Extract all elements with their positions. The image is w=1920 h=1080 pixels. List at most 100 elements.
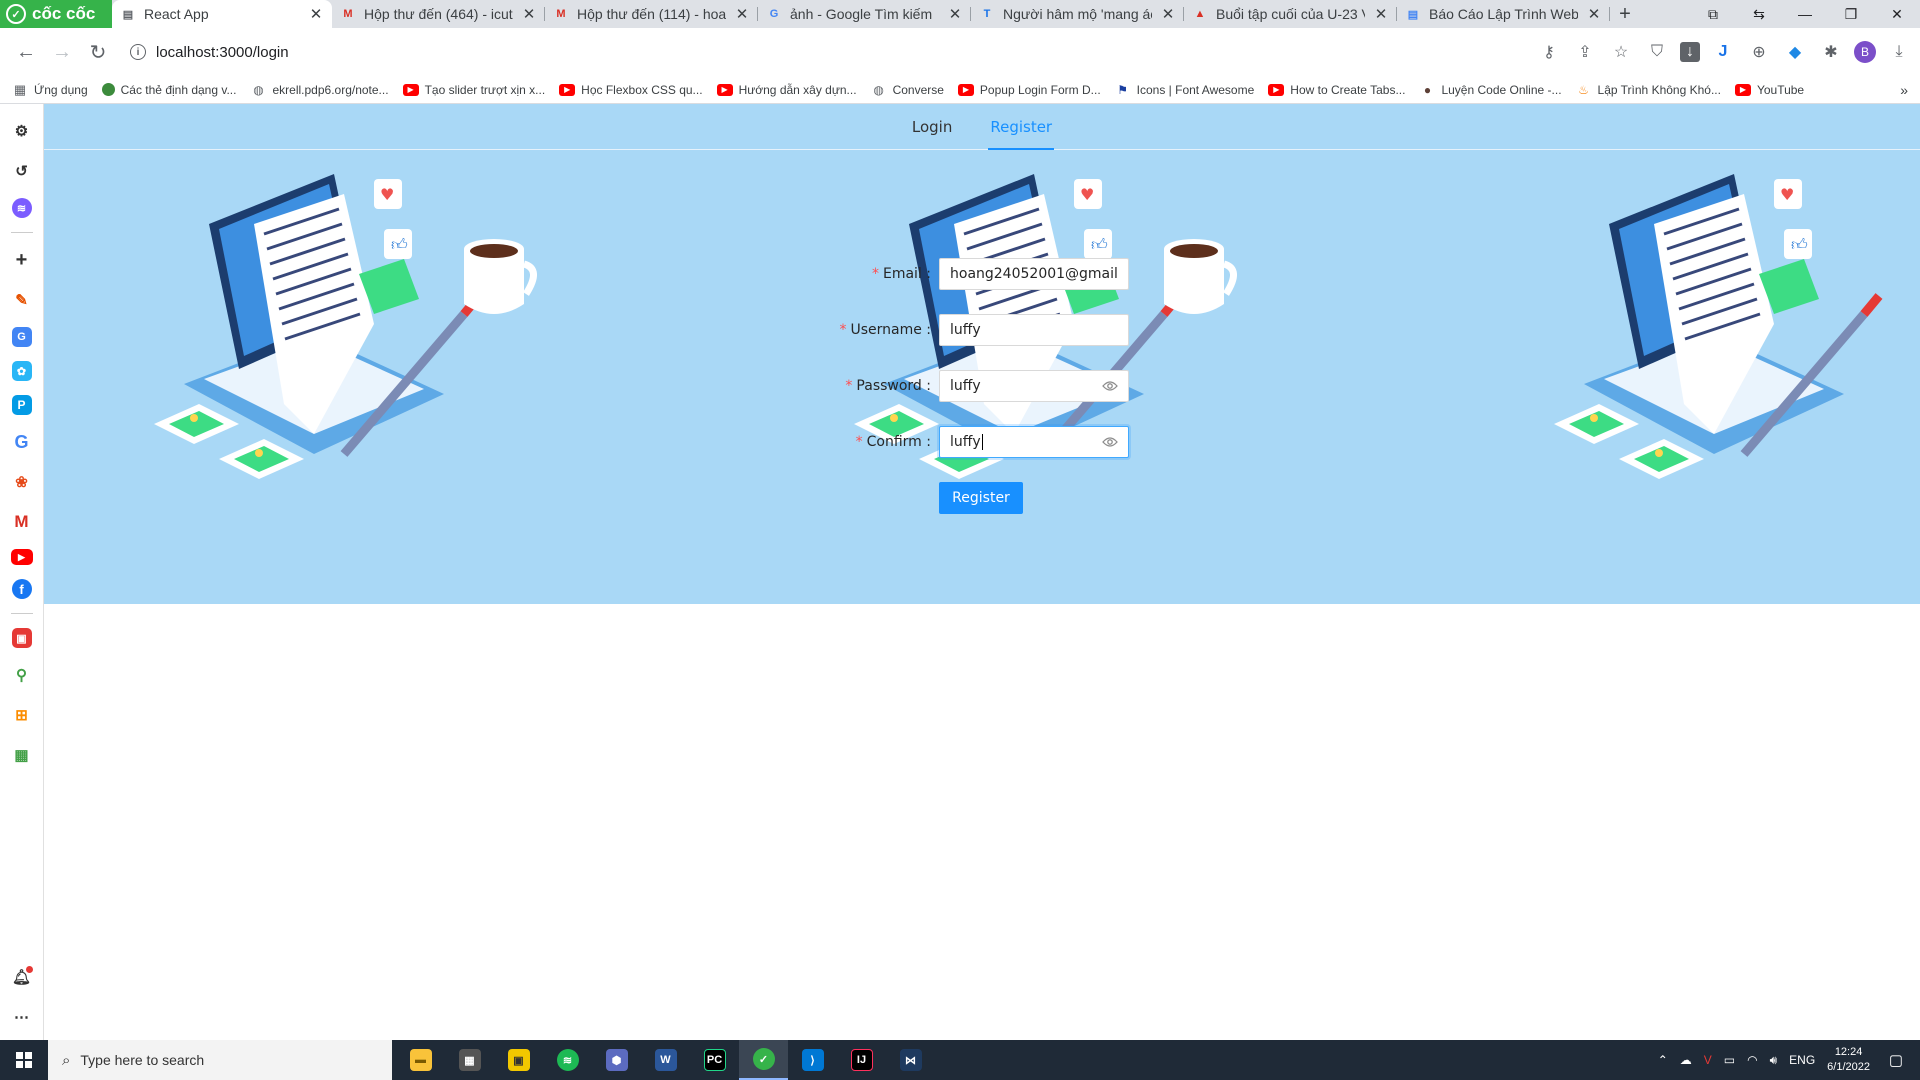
youtube-icon[interactable]: ▶ <box>10 549 33 565</box>
close-icon[interactable]: ✕ <box>521 5 537 23</box>
star-icon[interactable]: ☆ <box>1608 39 1634 65</box>
bookmark-item[interactable]: ▶ Popup Login Form D... <box>957 83 1101 97</box>
antivirus-icon[interactable]: V <box>1704 1053 1712 1067</box>
info-icon[interactable]: i <box>130 44 146 60</box>
tab-google-search[interactable]: G ảnh - Google Tìm kiếm ✕ <box>758 0 971 28</box>
facebook-icon[interactable]: f <box>11 579 32 599</box>
register-button[interactable]: Register <box>939 482 1023 514</box>
chevron-up-icon[interactable]: ⌃ <box>1658 1053 1668 1067</box>
wifi-icon[interactable]: ◠ <box>1747 1053 1757 1067</box>
tab-react-app[interactable]: ▤ React App ✕ <box>112 0 332 28</box>
profile-avatar-icon[interactable]: B <box>1854 41 1876 63</box>
cashback-app-icon[interactable]: ⚲ <box>9 662 35 688</box>
water-drop-icon[interactable]: ◆ <box>1782 39 1808 65</box>
puzzle-icon[interactable]: ✱ <box>1818 39 1844 65</box>
new-tab-button[interactable]: + <box>1610 0 1640 28</box>
bookmark-item[interactable]: Các thẻ định dạng v... <box>101 83 236 97</box>
tab-gmail-1[interactable]: M Hộp thư đến (464) - icut ✕ <box>332 0 545 28</box>
tab-login[interactable]: Login <box>910 104 954 149</box>
browser-brand[interactable]: ✓ cốc cốc <box>0 0 112 28</box>
bookmark-item[interactable]: ♨ Lập Trình Không Khó... <box>1576 83 1721 97</box>
forward-arrow-icon[interactable]: → <box>44 34 80 70</box>
bookmark-item[interactable]: ⚑ Icons | Font Awesome <box>1115 83 1254 97</box>
url-text[interactable]: localhost:3000/login <box>156 44 289 61</box>
gmail-icon[interactable]: M <box>9 509 35 535</box>
more-dots-icon[interactable]: ⋯ <box>9 1004 35 1030</box>
p-app-icon[interactable]: P <box>11 395 32 415</box>
bell-icon[interactable]: 🔔︎ <box>9 964 35 990</box>
address-bar[interactable]: i localhost:3000/login <box>120 36 1450 68</box>
notification-center-icon[interactable]: ▢ <box>1882 1046 1910 1074</box>
extension-j-icon[interactable]: J <box>1710 39 1736 65</box>
network-app-icon[interactable]: ⋈ <box>886 1040 935 1080</box>
dictionary-app-icon[interactable]: ❀ <box>9 469 35 495</box>
volume-icon[interactable]: 🔊︎ <box>1770 1053 1778 1068</box>
reload-icon[interactable]: ↻ <box>80 34 116 70</box>
cart-app-icon[interactable]: ⊞ <box>9 702 35 728</box>
bookmark-item[interactable]: ● Luyện Code Online -... <box>1419 83 1562 97</box>
shop-app-icon[interactable]: ▣ <box>11 628 32 648</box>
chevron-right-icon[interactable]: » <box>1900 82 1920 98</box>
google-icon[interactable]: G <box>9 429 35 455</box>
messenger-icon[interactable]: ≋ <box>11 198 32 218</box>
bookmark-item[interactable]: ▶ Học Flexbox CSS qu... <box>559 83 703 97</box>
taskbar-search[interactable]: ⌕ Type here to search <box>48 1040 392 1080</box>
word-icon[interactable]: W <box>641 1040 690 1080</box>
file-explorer-icon[interactable]: ▬ <box>396 1040 445 1080</box>
vscode-icon[interactable]: ⟩ <box>788 1040 837 1080</box>
sticky-notes-icon[interactable]: ▣ <box>494 1040 543 1080</box>
password-field[interactable]: luffy <box>939 370 1129 402</box>
photos-app-icon[interactable]: ✿ <box>11 361 32 381</box>
spotify-icon[interactable]: ≋ <box>543 1040 592 1080</box>
add-icon[interactable]: + <box>9 247 35 273</box>
eye-icon[interactable] <box>1102 436 1118 448</box>
bookmark-item[interactable]: ◍ Converse <box>871 83 944 97</box>
confirm-password-field[interactable]: luffy <box>939 426 1129 458</box>
share-icon[interactable]: ⇪ <box>1572 39 1598 65</box>
language-indicator[interactable]: ENG <box>1789 1053 1815 1067</box>
bookmark-item[interactable]: ◍ ekrell.pdp6.org/note... <box>250 83 388 97</box>
3d-app-icon[interactable]: ⬢ <box>592 1040 641 1080</box>
bookmark-item[interactable]: ▶ Tạo slider trượt xịn x... <box>402 83 545 97</box>
bookmark-apps[interactable]: ▦ Ứng dụng <box>12 82 88 97</box>
coccoc-browser-icon[interactable]: ✓ <box>739 1040 788 1080</box>
clock[interactable]: 12:24 6/1/2022 <box>1827 1045 1870 1075</box>
close-window-button[interactable]: ✕ <box>1874 0 1920 28</box>
back-arrow-icon[interactable]: ← <box>8 34 44 70</box>
pen-app-icon[interactable]: ✎ <box>9 287 35 313</box>
tab-search-icon[interactable]: ⧉ <box>1690 0 1736 28</box>
download-extension-icon[interactable]: ↓ <box>1680 42 1700 62</box>
close-icon[interactable]: ✕ <box>308 5 324 23</box>
key-icon[interactable]: ⚷ <box>1536 39 1562 65</box>
email-field[interactable]: hoang24052001@gmail.co <box>939 258 1129 290</box>
translate-icon[interactable]: ⊕ <box>1746 39 1772 65</box>
shield-icon[interactable]: ⛉ <box>1644 39 1670 65</box>
battery-icon[interactable]: ▭ <box>1724 1053 1735 1067</box>
download-icon[interactable]: ⤓ <box>1886 39 1912 65</box>
restore-button[interactable]: ❐ <box>1828 0 1874 28</box>
sync-icon[interactable]: ⇆ <box>1736 0 1782 28</box>
close-icon[interactable]: ✕ <box>947 5 963 23</box>
tab-register[interactable]: Register <box>988 104 1054 150</box>
username-field[interactable]: luffy <box>939 314 1129 346</box>
settings-gear-icon[interactable]: ⚙ <box>9 118 35 144</box>
close-icon[interactable]: ✕ <box>1160 5 1176 23</box>
bookmark-item[interactable]: ▶ YouTube <box>1734 83 1804 97</box>
onedrive-icon[interactable]: ☁ <box>1680 1053 1692 1067</box>
tab-pdf[interactable]: ▲ Buổi tập cuối của U-23 V ✕ <box>1184 0 1397 28</box>
bookmark-item[interactable]: ▶ Hướng dẫn xây dựn... <box>716 83 857 97</box>
calculator-icon[interactable]: ▦ <box>445 1040 494 1080</box>
minimize-button[interactable]: — <box>1782 0 1828 28</box>
tab-gmail-2[interactable]: M Hộp thư đến (114) - hoa ✕ <box>545 0 758 28</box>
translate-app-icon[interactable]: G <box>11 327 32 347</box>
spreadsheet-app-icon[interactable]: ▦ <box>9 742 35 768</box>
tab-news[interactable]: T Người hâm mộ 'mang ác ✕ <box>971 0 1184 28</box>
eye-icon[interactable] <box>1102 380 1118 392</box>
intellij-icon[interactable]: IJ <box>837 1040 886 1080</box>
close-icon[interactable]: ✕ <box>1373 5 1389 23</box>
tab-docs[interactable]: ▤ Báo Cáo Lập Trình Web - ✕ <box>1397 0 1610 28</box>
pycharm-icon[interactable]: PC <box>690 1040 739 1080</box>
windows-start-icon[interactable] <box>0 1040 48 1080</box>
history-icon[interactable]: ↺ <box>9 158 35 184</box>
close-icon[interactable]: ✕ <box>734 5 750 23</box>
